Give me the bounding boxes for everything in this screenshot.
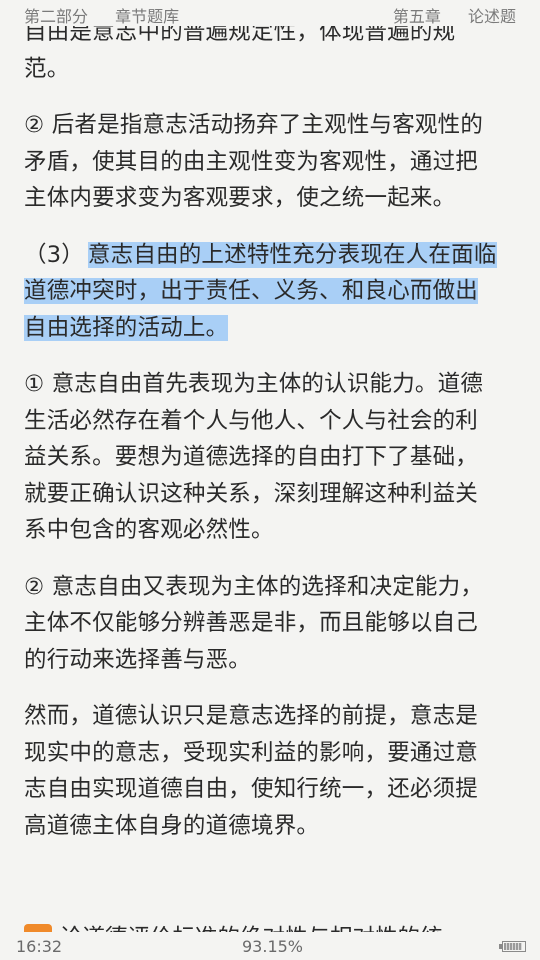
reader-header: 第二部分 章节题库 第五章 论述题 bbox=[0, 0, 540, 26]
text-line: ② 意志自由又表现为主体的选择和决定能力， bbox=[24, 573, 484, 600]
text-line: 道德冲突时，出于责任、义务、和良心而做出 bbox=[24, 273, 520, 310]
text-line: 益关系。要想为道德选择的自由打下了基础， bbox=[24, 444, 479, 470]
paragraph-2: ② 后者是指意志活动扬弃了主观性与客观性的 矛盾，使其目的由主观性变为客观性，通… bbox=[24, 107, 520, 217]
text-line: （3） 意志自由的上述特性充分表现在人在面临 bbox=[24, 237, 520, 274]
text-line: 系中包含的客观必然性。 bbox=[24, 517, 274, 543]
text-line: 高道德主体自身的道德境界。 bbox=[24, 812, 320, 839]
text-line: 主体不仅能够分辨善恶是非，而且能够以自己 bbox=[24, 610, 479, 636]
header-section: 章节题库 bbox=[115, 7, 180, 26]
paragraph-4: ① 意志自由首先表现为主体的认识能力。道德 生活必然存在着个人与他人、个人与社会… bbox=[24, 366, 520, 549]
text-line: 主体内要求变为客观要求，使之统一起来。 bbox=[24, 185, 456, 211]
item-number: （3） bbox=[24, 241, 84, 268]
text-line: ② 后者是指意志活动扬弃了主观性与客观性的 bbox=[24, 112, 484, 138]
paragraph-5: ② 意志自由又表现为主体的选择和决定能力， 主体不仅能够分辨善恶是非，而且能够以… bbox=[24, 569, 520, 679]
text-selection[interactable]: 道德冲突时，出于责任、义务、和良心而做出 bbox=[24, 278, 479, 304]
text-selection[interactable]: 自由选择的活动上。 bbox=[24, 314, 229, 341]
text-line: 自由选择的活动上。 bbox=[24, 310, 520, 347]
header-chapter: 第五章 bbox=[392, 7, 441, 26]
text-line: 矛盾，使其目的由主观性变为客观性，通过把 bbox=[24, 148, 479, 175]
header-question-type: 论述题 bbox=[467, 7, 516, 26]
text-line: 范。 bbox=[24, 55, 70, 82]
text-line: ① 意志自由首先表现为主体的认识能力。道德 bbox=[24, 371, 484, 397]
battery-fill bbox=[504, 943, 522, 950]
text-line: 生活必然存在着个人与他人、个人与社会的利 bbox=[24, 407, 479, 434]
reading-progress: 93.15% bbox=[242, 937, 304, 956]
battery-icon bbox=[499, 941, 526, 952]
clock-time: 16:32 bbox=[16, 937, 63, 956]
text-line: 然而，道德认识只是意志选择的前提，意志是 bbox=[24, 703, 479, 729]
paragraph-3-highlighted[interactable]: （3） 意志自由的上述特性充分表现在人在面临 道德冲突时，出于责任、义务、和良心而… bbox=[24, 237, 520, 347]
status-footer: 16:32 93.15% bbox=[0, 932, 540, 960]
header-chapter-info: 第五章 论述题 bbox=[393, 3, 516, 27]
header-part: 第二部分 bbox=[24, 7, 89, 26]
text-selection[interactable]: 意志自由的上述特性充分表现在人在面临 bbox=[87, 241, 497, 268]
text-line: 的行动来选择善与恶。 bbox=[24, 646, 252, 673]
text-line: 就要正确认识这种关系，深刻理解这种利益关 bbox=[24, 480, 479, 507]
paragraph-6: 然而，道德认识只是意志选择的前提，意志是 现实中的意志，受现实利益的影响，要通过… bbox=[24, 698, 520, 844]
header-breadcrumb: 第二部分 章节题库 bbox=[24, 3, 179, 27]
text-line: 现实中的意志，受现实利益的影响，要通过意 bbox=[24, 739, 479, 766]
text-line: 志自由实现道德自由，使知行统一，还必须提 bbox=[24, 776, 479, 802]
reader-content[interactable]: 自由是意志中的普遍规定性，体现普遍的规 范。 ② 后者是指意志活动扬弃了主观性与… bbox=[24, 14, 520, 864]
